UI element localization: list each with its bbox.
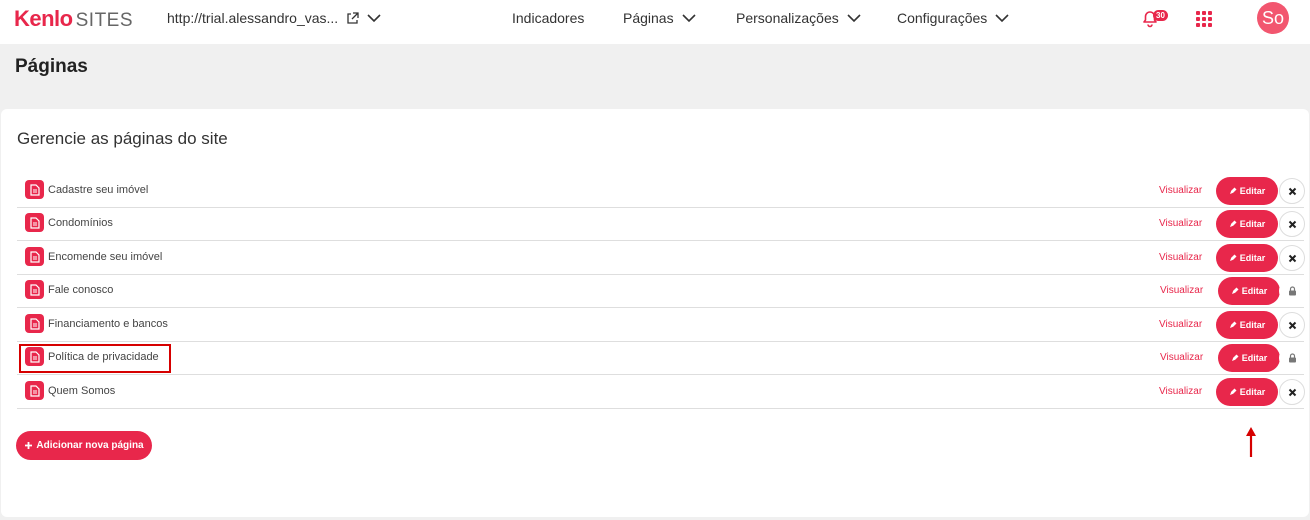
view-link[interactable]: Visualizar bbox=[1159, 319, 1202, 330]
user-avatar[interactable]: So bbox=[1257, 2, 1289, 34]
page-name[interactable]: Fale conosco bbox=[48, 284, 113, 296]
page-row: Encomende seu imóvel Visualizar Editar bbox=[17, 241, 1305, 275]
logo-sites-text: SITES bbox=[75, 10, 134, 31]
nav-paginas-label: Páginas bbox=[623, 10, 674, 26]
lock-icon bbox=[1279, 278, 1305, 304]
view-link[interactable]: Visualizar bbox=[1159, 218, 1202, 229]
top-bar: Kenlo SITES http://trial.alessandro_vas.… bbox=[0, 0, 1310, 44]
edit-label: Editar bbox=[1239, 186, 1266, 196]
edit-label: Editar bbox=[1239, 219, 1266, 229]
nav-indicadores-label: Indicadores bbox=[512, 10, 585, 26]
card-title: Gerencie as páginas do site bbox=[17, 129, 228, 148]
page-name[interactable]: Encomende seu imóvel bbox=[48, 251, 162, 263]
delete-button[interactable] bbox=[1279, 178, 1305, 204]
page-name[interactable]: Financiamento e bancos bbox=[48, 318, 168, 330]
chevron-down-icon bbox=[995, 10, 1009, 26]
edit-label: Editar bbox=[1241, 353, 1268, 363]
notifications-button[interactable]: 30 bbox=[1140, 8, 1170, 32]
add-page-label: Adicionar nova página bbox=[36, 440, 144, 451]
pencil-icon bbox=[1231, 354, 1239, 361]
edit-button[interactable]: Editar bbox=[1216, 210, 1278, 238]
pencil-icon bbox=[1231, 287, 1239, 294]
site-url-text: http://trial.alessandro_vas... bbox=[167, 10, 339, 26]
pencil-icon bbox=[1229, 220, 1237, 227]
page-name[interactable]: Condomínios bbox=[48, 217, 113, 229]
delete-button[interactable] bbox=[1279, 379, 1305, 405]
nav-paginas[interactable]: Páginas bbox=[623, 10, 696, 26]
document-icon bbox=[25, 213, 44, 232]
nav-configuracoes-label: Configurações bbox=[897, 10, 988, 26]
logo-kenlo-text: Kenlo bbox=[14, 6, 73, 31]
site-url-selector[interactable]: http://trial.alessandro_vas... bbox=[167, 10, 381, 26]
pencil-icon bbox=[1229, 187, 1237, 194]
pencil-icon bbox=[1229, 321, 1237, 328]
chevron-down-icon bbox=[847, 10, 861, 26]
lock-icon bbox=[1279, 345, 1305, 371]
add-page-button[interactable]: Adicionar nova página bbox=[16, 431, 152, 460]
page-row: Financiamento e bancos Visualizar Editar bbox=[17, 308, 1305, 342]
nav-personalizacoes-label: Personalizações bbox=[736, 10, 839, 26]
edit-button[interactable]: Editar bbox=[1218, 277, 1280, 305]
external-link-icon[interactable] bbox=[346, 11, 359, 25]
edit-label: Editar bbox=[1241, 286, 1268, 296]
document-icon bbox=[25, 247, 44, 266]
pencil-icon bbox=[1229, 388, 1237, 395]
kenlo-sites-logo[interactable]: Kenlo SITES bbox=[14, 6, 133, 32]
delete-button[interactable] bbox=[1279, 211, 1305, 237]
page-row: Política de privacidade Visualizar Editar bbox=[17, 341, 1305, 375]
page-row: Quem Somos Visualizar Editar bbox=[17, 375, 1305, 409]
delete-button[interactable] bbox=[1279, 245, 1305, 271]
view-link[interactable]: Visualizar bbox=[1160, 285, 1203, 296]
page-row: Cadastre seu imóvel Visualizar Editar bbox=[17, 174, 1305, 208]
edit-button[interactable]: Editar bbox=[1216, 378, 1278, 406]
page-name[interactable]: Cadastre seu imóvel bbox=[48, 184, 148, 196]
document-icon bbox=[25, 381, 44, 400]
plus-icon bbox=[25, 442, 33, 449]
edit-label: Editar bbox=[1239, 320, 1266, 330]
document-icon bbox=[25, 314, 44, 333]
document-icon bbox=[25, 280, 44, 299]
edit-button[interactable]: Editar bbox=[1218, 344, 1280, 372]
document-icon bbox=[25, 180, 44, 199]
chevron-down-icon bbox=[682, 10, 696, 26]
edit-button[interactable]: Editar bbox=[1216, 244, 1278, 272]
notifications-badge: 30 bbox=[1153, 10, 1168, 21]
edit-button[interactable]: Editar bbox=[1216, 177, 1278, 205]
apps-grid-icon[interactable] bbox=[1196, 11, 1212, 27]
edit-label: Editar bbox=[1239, 253, 1266, 263]
nav-configuracoes[interactable]: Configurações bbox=[897, 10, 1009, 26]
arrow-up-annotation bbox=[1246, 427, 1256, 457]
view-link[interactable]: Visualizar bbox=[1159, 386, 1202, 397]
page-name[interactable]: Quem Somos bbox=[48, 385, 115, 397]
page-row: Fale conosco Visualizar Editar bbox=[17, 274, 1305, 308]
view-link[interactable]: Visualizar bbox=[1160, 352, 1203, 363]
page-title: Páginas bbox=[15, 56, 88, 77]
page-row: Condomínios Visualizar Editar bbox=[17, 207, 1305, 241]
view-link[interactable]: Visualizar bbox=[1159, 252, 1202, 263]
edit-label: Editar bbox=[1239, 387, 1266, 397]
pencil-icon bbox=[1229, 254, 1237, 261]
highlight-box bbox=[19, 344, 171, 373]
edit-button[interactable]: Editar bbox=[1216, 311, 1278, 339]
chevron-down-icon[interactable] bbox=[367, 13, 381, 23]
delete-button[interactable] bbox=[1279, 312, 1305, 338]
nav-personalizacoes[interactable]: Personalizações bbox=[736, 10, 861, 26]
nav-indicadores[interactable]: Indicadores bbox=[512, 10, 584, 26]
view-link[interactable]: Visualizar bbox=[1159, 185, 1202, 196]
